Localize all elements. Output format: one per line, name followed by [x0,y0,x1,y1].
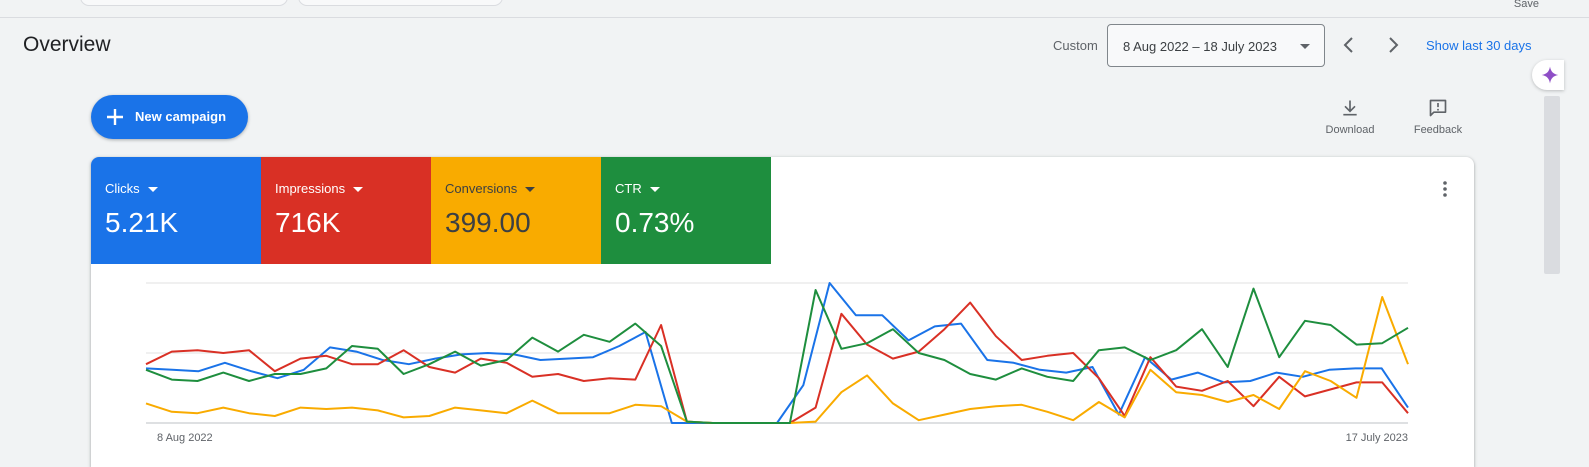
ai-assistant-button[interactable] [1532,60,1564,90]
page-title: Overview [23,33,111,56]
previous-period-button[interactable] [1337,33,1361,57]
metric-name[interactable]: Impressions [275,181,364,196]
metric-tile-impressions[interactable]: Impressions 716K [261,157,431,264]
more-vert-icon[interactable] [1435,179,1455,199]
new-campaign-label: New campaign [135,109,227,124]
show-last-30-days-link[interactable]: Show last 30 days [1426,38,1532,53]
metric-value: 5.21K [105,207,179,238]
metric-value: 399.00 [445,207,531,238]
x-axis-start-label: 8 Aug 2022 [157,432,213,444]
top-toolbar: Save [0,0,1589,18]
caret-down-icon [525,187,536,193]
metric-tile-ctr[interactable]: CTR 0.73% [601,157,771,264]
plus-icon [107,109,123,125]
caret-down-icon [649,187,660,193]
next-period-button[interactable] [1381,33,1405,57]
feedback-icon [1429,99,1447,117]
save-link[interactable]: Save [1514,0,1539,10]
date-range-type-label: Custom [1053,38,1098,53]
feedback-label: Feedback [1413,124,1463,136]
x-axis-end-label: 17 July 2023 [1346,432,1408,444]
download-label: Download [1325,124,1375,136]
download-button[interactable]: Download [1320,98,1380,136]
metric-value: 716K [275,207,341,238]
top-filter-pill-2[interactable] [298,0,503,6]
metric-tile-clicks[interactable]: Clicks 5.21K [91,157,261,264]
date-range-select[interactable]: 8 Aug 2022 – 18 July 2023 [1107,24,1325,67]
download-icon [1343,100,1357,116]
series-line-4 [145,287,1409,424]
date-range-value: 8 Aug 2022 – 18 July 2023 [1123,39,1277,54]
series-line-2 [145,301,1409,424]
sparkle-icon [1541,66,1559,84]
scrollbar-thumb[interactable] [1544,96,1560,274]
chevron-down-icon [1300,44,1310,49]
metric-name[interactable]: CTR [615,181,660,196]
metric-value: 0.73% [615,207,695,238]
top-filter-pill-1[interactable] [80,0,288,6]
feedback-button[interactable]: Feedback [1408,98,1468,136]
metric-tile-conversions[interactable]: Conversions 399.00 [431,157,601,264]
caret-down-icon [353,187,364,193]
metric-name[interactable]: Conversions [445,181,536,196]
metric-name[interactable]: Clicks [105,181,158,196]
new-campaign-button[interactable]: New campaign [91,95,248,139]
performance-card: Clicks 5.21K Impressions 716K Conversion… [91,157,1474,467]
caret-down-icon [147,187,158,193]
performance-line-chart: 8 Aug 2022 17 July 2023 [145,282,1409,444]
